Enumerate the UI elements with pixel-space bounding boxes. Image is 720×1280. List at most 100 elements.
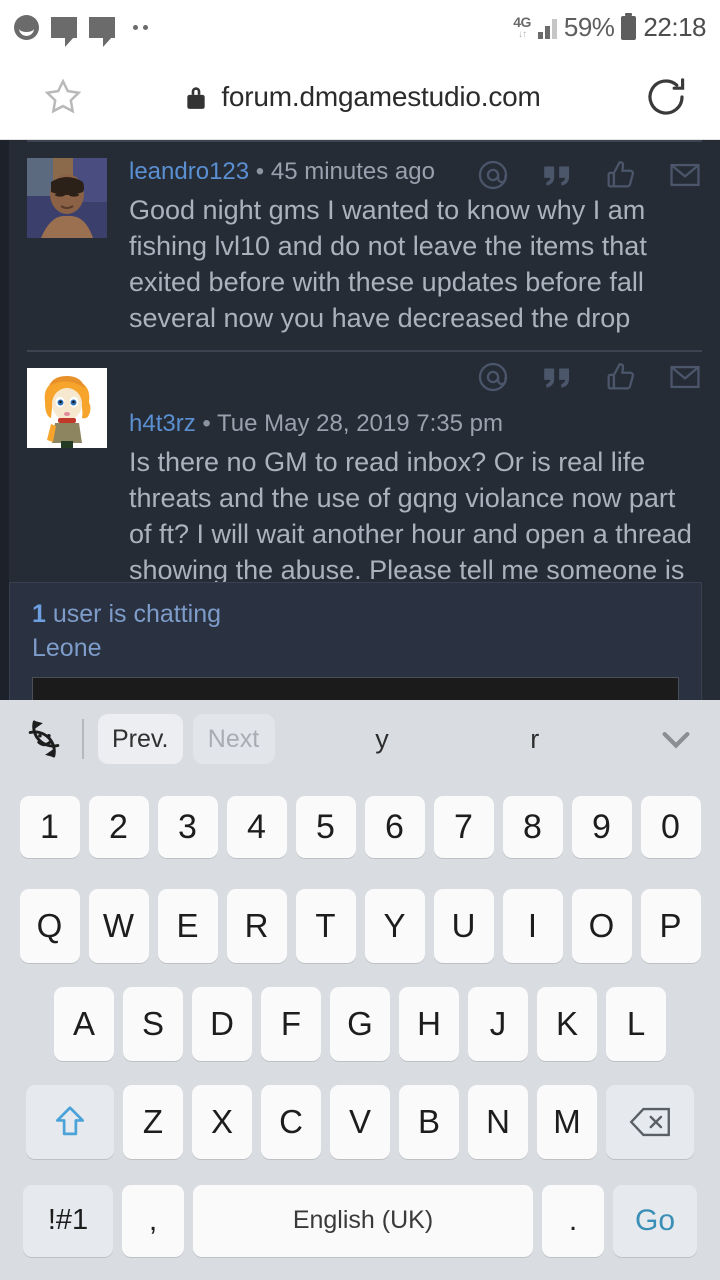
key-g[interactable]: G bbox=[330, 987, 390, 1062]
prev-button[interactable]: Prev. bbox=[98, 714, 183, 764]
key-h[interactable]: H bbox=[399, 987, 459, 1062]
quote-icon[interactable] bbox=[540, 360, 574, 394]
key-3[interactable]: 3 bbox=[157, 796, 218, 859]
suggestion-item[interactable]: y bbox=[375, 724, 389, 755]
mention-icon[interactable] bbox=[476, 158, 510, 192]
battery-icon bbox=[621, 12, 637, 40]
more-dots-icon bbox=[133, 25, 148, 30]
chat-user-count: 1 bbox=[32, 600, 46, 628]
network-label: 4G bbox=[513, 14, 531, 30]
url-text: forum.dmgamestudio.com bbox=[221, 81, 541, 112]
like-icon[interactable] bbox=[604, 360, 638, 394]
space-key[interactable]: English (UK) bbox=[193, 1184, 533, 1257]
meta-separator: • bbox=[255, 158, 265, 185]
toolbar-divider bbox=[82, 719, 84, 759]
key-8[interactable]: 8 bbox=[502, 796, 563, 859]
key-9[interactable]: 9 bbox=[571, 796, 632, 859]
key-l[interactable]: L bbox=[606, 987, 666, 1062]
key-r[interactable]: R bbox=[226, 888, 287, 963]
battery-percent: 59% bbox=[563, 12, 615, 42]
post-time: Tue May 28, 2019 7:35 pm bbox=[217, 410, 503, 438]
mention-icon[interactable] bbox=[476, 360, 510, 394]
status-bar-right: 4G ↓↑ 59% 22:18 bbox=[513, 12, 706, 43]
post-text: Is there no GM to read inbox? Or is real… bbox=[129, 447, 692, 585]
key-7[interactable]: 7 bbox=[433, 796, 494, 859]
smiley-icon bbox=[14, 15, 39, 40]
key-e[interactable]: E bbox=[157, 888, 218, 963]
post-actions bbox=[476, 158, 702, 192]
key-a[interactable]: A bbox=[54, 987, 114, 1062]
suggestion-item[interactable]: r bbox=[530, 724, 539, 755]
key-q[interactable]: Q bbox=[19, 888, 80, 963]
key-k[interactable]: K bbox=[537, 987, 597, 1062]
avatar[interactable] bbox=[27, 158, 107, 238]
next-button[interactable]: Next bbox=[192, 714, 275, 764]
message-icon[interactable] bbox=[668, 360, 702, 394]
chat-bubble-icon bbox=[51, 17, 77, 47]
browser-toolbar: forum.dmgamestudio.com bbox=[0, 55, 720, 140]
shift-icon[interactable] bbox=[26, 1085, 114, 1160]
key-u[interactable]: U bbox=[433, 888, 494, 963]
go-key[interactable]: Go bbox=[613, 1184, 697, 1257]
chat-bubble-icon bbox=[89, 17, 115, 47]
key-m[interactable]: M bbox=[537, 1085, 597, 1160]
like-icon[interactable] bbox=[604, 158, 638, 192]
key-b[interactable]: B bbox=[399, 1085, 459, 1160]
key-1[interactable]: 1 bbox=[19, 796, 80, 859]
star-icon[interactable] bbox=[42, 77, 84, 117]
key-p[interactable]: P bbox=[640, 888, 701, 963]
key-d[interactable]: D bbox=[192, 987, 252, 1062]
chevron-down-icon[interactable] bbox=[650, 713, 702, 765]
reload-icon[interactable] bbox=[642, 73, 690, 121]
chat-panel: 1 user is chatting Leone bbox=[9, 582, 702, 702]
on-screen-keyboard: Prev. Next y r 1 2 3 4 5 6 7 8 9 0 Q W E… bbox=[0, 700, 720, 1280]
status-bar: 4G ↓↑ 59% 22:18 bbox=[0, 0, 720, 55]
key-i[interactable]: I bbox=[502, 888, 563, 963]
key-0[interactable]: 0 bbox=[640, 796, 701, 859]
key-5[interactable]: 5 bbox=[295, 796, 356, 859]
backspace-icon[interactable] bbox=[606, 1085, 694, 1160]
signal-strength-icon bbox=[537, 17, 557, 39]
suggestion-strip: y r bbox=[285, 724, 651, 755]
keyboard-toolbar: Prev. Next y r bbox=[0, 700, 720, 778]
data-arrows: ↓↑ bbox=[518, 29, 527, 40]
key-z[interactable]: Z bbox=[123, 1085, 183, 1160]
symbols-key[interactable]: !#1 bbox=[23, 1184, 113, 1257]
key-j[interactable]: J bbox=[468, 987, 528, 1062]
post-meta: h4t3rz • Tue May 28, 2019 7:35 pm bbox=[129, 410, 702, 439]
avatar[interactable] bbox=[27, 368, 107, 449]
chat-input[interactable] bbox=[32, 676, 679, 701]
period-key[interactable]: . bbox=[542, 1184, 604, 1257]
comma-key[interactable]: , bbox=[122, 1184, 184, 1257]
post-text: Good night gms I wanted to know why I am… bbox=[129, 194, 647, 333]
key-w[interactable]: W bbox=[88, 888, 149, 963]
key-6[interactable]: 6 bbox=[364, 796, 425, 859]
keyboard-row-space: !#1 , English (UK) . Go bbox=[6, 1172, 714, 1270]
chat-status: 1 user is chatting bbox=[32, 599, 679, 630]
key-2[interactable]: 2 bbox=[88, 796, 149, 859]
quote-icon[interactable] bbox=[540, 158, 574, 192]
key-n[interactable]: N bbox=[468, 1085, 528, 1160]
keyboard-row-bottom: Z X C V B N M bbox=[6, 1073, 714, 1171]
key-o[interactable]: O bbox=[571, 888, 632, 963]
key-4[interactable]: 4 bbox=[226, 796, 287, 859]
forum-post: leandro123 • 45 minutes ago Good night g… bbox=[9, 142, 720, 350]
key-c[interactable]: C bbox=[261, 1085, 321, 1160]
key-v[interactable]: V bbox=[330, 1085, 390, 1160]
key-f[interactable]: F bbox=[261, 987, 321, 1062]
post-author[interactable]: leandro123 bbox=[129, 158, 249, 185]
lock-icon bbox=[185, 84, 207, 110]
key-t[interactable]: T bbox=[295, 888, 356, 963]
key-s[interactable]: S bbox=[123, 987, 183, 1062]
message-icon[interactable] bbox=[668, 158, 702, 192]
forum-post: h4t3rz • Tue May 28, 2019 7:35 pm Is the… bbox=[9, 352, 720, 602]
keyboard-row-top: Q W E R T Y U I O P bbox=[6, 876, 714, 974]
url-bar[interactable]: forum.dmgamestudio.com bbox=[84, 81, 642, 113]
key-y[interactable]: Y bbox=[364, 888, 425, 963]
emoji-rotate-icon[interactable] bbox=[18, 713, 70, 765]
key-x[interactable]: X bbox=[192, 1085, 252, 1160]
meta-separator: • bbox=[202, 410, 211, 438]
post-author[interactable]: h4t3rz bbox=[129, 410, 196, 437]
network-type-icon: 4G ↓↑ bbox=[513, 15, 531, 40]
keyboard-keys: 1 2 3 4 5 6 7 8 9 0 Q W E R T Y U I O P … bbox=[0, 778, 720, 1280]
